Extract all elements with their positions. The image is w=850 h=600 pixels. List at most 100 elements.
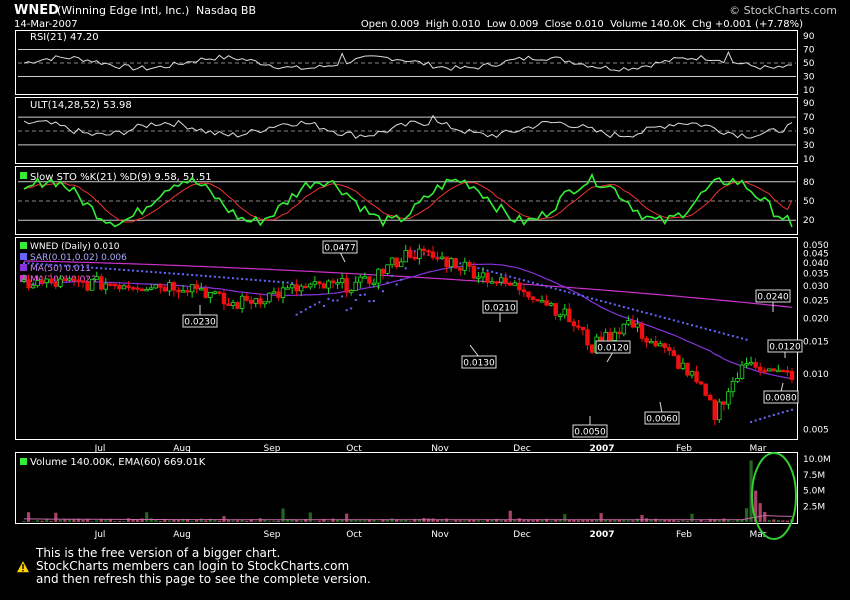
candle-down bbox=[85, 281, 90, 291]
volume-bar bbox=[640, 515, 644, 522]
sar-dot bbox=[563, 290, 566, 293]
volume-bar bbox=[167, 520, 172, 522]
sar-dot bbox=[595, 298, 598, 301]
volume-bar bbox=[217, 520, 222, 522]
sar-dot bbox=[227, 276, 230, 279]
volume-bar bbox=[95, 520, 99, 522]
month-label: Sep bbox=[264, 444, 281, 454]
candle-up bbox=[417, 248, 422, 259]
sar-dot bbox=[531, 281, 534, 284]
sar-dot bbox=[609, 302, 612, 305]
candle-down bbox=[135, 287, 140, 290]
candle-down bbox=[226, 303, 231, 306]
volume-bar bbox=[81, 519, 85, 522]
sar-dot bbox=[50, 263, 53, 266]
sar-dot bbox=[341, 295, 344, 298]
volume-bar bbox=[299, 520, 303, 522]
candle-up bbox=[271, 291, 277, 294]
candle-up bbox=[208, 291, 213, 298]
sar-dot bbox=[300, 310, 303, 313]
sar-dot bbox=[368, 300, 371, 303]
volume-bar bbox=[458, 520, 462, 522]
candle-up bbox=[285, 287, 290, 290]
annotation-label: 0.0060 bbox=[646, 415, 678, 425]
candle-down bbox=[708, 394, 713, 401]
candle-up bbox=[21, 279, 27, 282]
candle-up bbox=[199, 288, 204, 291]
candle-up bbox=[735, 378, 740, 382]
annotation-label: 0.0120 bbox=[769, 343, 801, 353]
candle-down bbox=[571, 321, 577, 327]
sar-dot bbox=[195, 274, 198, 277]
volume-bar bbox=[694, 521, 699, 522]
sar-dot bbox=[400, 278, 403, 281]
volume-bar bbox=[326, 521, 331, 522]
candle-down bbox=[108, 283, 113, 286]
candle-up bbox=[726, 391, 731, 405]
sar-dot bbox=[386, 281, 389, 284]
sar-dot bbox=[677, 320, 680, 323]
candle-down bbox=[26, 279, 31, 289]
sar-dot bbox=[313, 303, 316, 306]
sar-dot bbox=[754, 419, 757, 422]
candle-down bbox=[757, 366, 763, 371]
volume-bar bbox=[513, 520, 517, 522]
candle-down bbox=[421, 248, 427, 252]
price-tick-label: 0.015 bbox=[803, 338, 829, 348]
candle-up bbox=[189, 284, 195, 293]
annotation-pointer bbox=[469, 344, 480, 358]
price-tick-label: 0.030 bbox=[803, 282, 829, 292]
candle-up bbox=[562, 308, 567, 316]
candle-up bbox=[144, 288, 149, 292]
sar-dot bbox=[654, 314, 657, 317]
volume-bar bbox=[22, 520, 26, 522]
sto-tick-label: 50 bbox=[803, 197, 815, 207]
sar-dot bbox=[663, 316, 666, 319]
candle-up bbox=[548, 303, 554, 306]
volume-bar bbox=[272, 520, 276, 522]
sar-dot bbox=[345, 309, 348, 312]
candle-down bbox=[380, 268, 386, 274]
candle-down bbox=[112, 283, 118, 287]
volume-bar bbox=[117, 521, 122, 522]
sar-dot bbox=[59, 264, 62, 267]
rsi-line bbox=[23, 50, 792, 72]
volume-bar bbox=[731, 521, 735, 522]
candle-up bbox=[212, 291, 218, 294]
sar-dot bbox=[286, 281, 289, 284]
candle-up bbox=[339, 278, 345, 284]
candle-down bbox=[517, 282, 522, 291]
sar-dot bbox=[768, 415, 771, 418]
sar-dot bbox=[118, 268, 121, 271]
candle-up bbox=[448, 258, 454, 268]
volume-bar bbox=[58, 519, 62, 522]
candle-up bbox=[612, 331, 617, 341]
candle-down bbox=[235, 302, 240, 309]
candle-up bbox=[312, 281, 318, 285]
sto-tick-label: 80 bbox=[803, 178, 815, 188]
volume-bar bbox=[90, 521, 94, 522]
candle-up bbox=[371, 282, 377, 286]
candle-up bbox=[376, 268, 381, 284]
volume-bar bbox=[572, 520, 576, 522]
sar-dot bbox=[777, 412, 780, 415]
candle-down bbox=[99, 276, 104, 290]
candle-up bbox=[153, 284, 158, 289]
candle-up bbox=[94, 276, 99, 280]
candle-up bbox=[262, 301, 268, 305]
sar-dot bbox=[627, 307, 630, 310]
volume-bar bbox=[681, 520, 685, 522]
candle-down bbox=[394, 257, 399, 268]
volume-bar bbox=[758, 503, 762, 522]
month-label-volume: 2007 bbox=[589, 530, 614, 540]
sar-dot bbox=[550, 286, 553, 289]
candle-up bbox=[717, 401, 722, 421]
candle-up bbox=[398, 261, 404, 268]
volume-bar bbox=[363, 520, 367, 522]
volume-ema-line bbox=[24, 515, 793, 521]
sar-dot bbox=[272, 280, 275, 283]
price-tick-label: 0.035 bbox=[803, 270, 829, 280]
candle-up bbox=[121, 285, 127, 290]
volume-bar bbox=[454, 520, 458, 522]
volume-bar bbox=[590, 520, 594, 522]
